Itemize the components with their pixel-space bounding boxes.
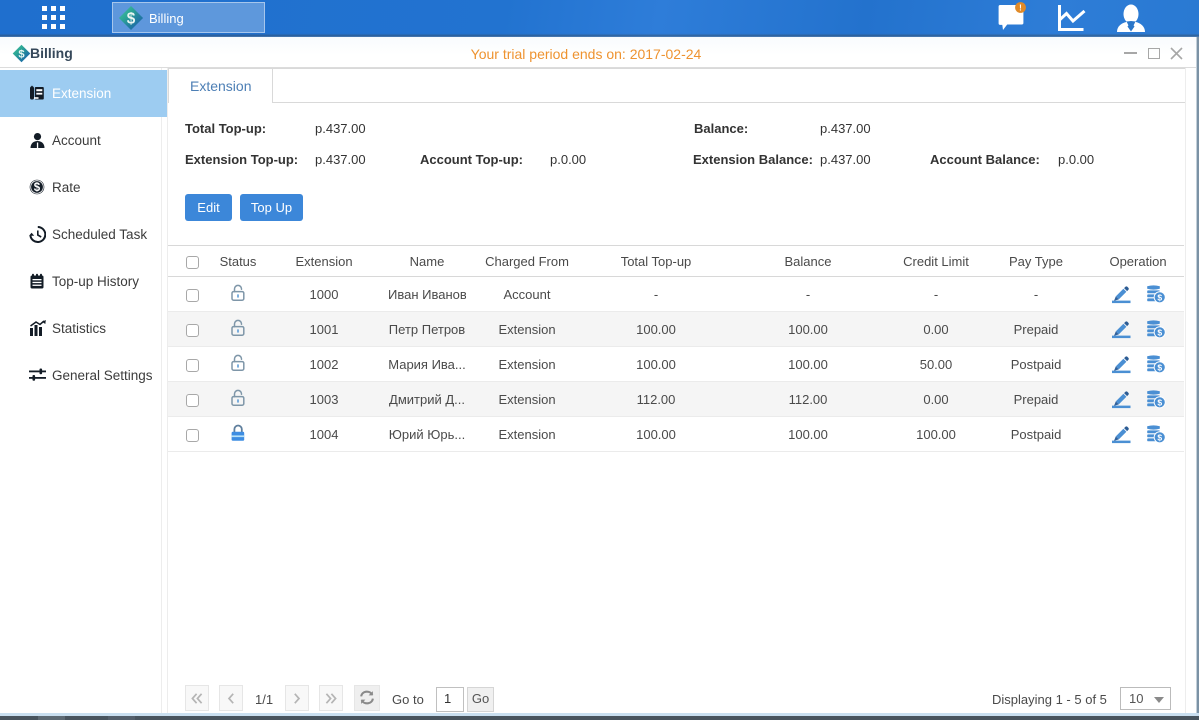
svg-text:!: !: [1019, 4, 1022, 13]
svg-text:$: $: [34, 182, 41, 194]
svg-text:$: $: [1157, 363, 1162, 373]
svg-text:$: $: [18, 48, 25, 60]
svg-text:$: $: [127, 10, 136, 27]
svg-text:$: $: [1157, 433, 1162, 443]
svg-text:$: $: [1157, 293, 1162, 303]
svg-text:$: $: [1157, 328, 1162, 338]
svg-text:$: $: [1157, 398, 1162, 408]
